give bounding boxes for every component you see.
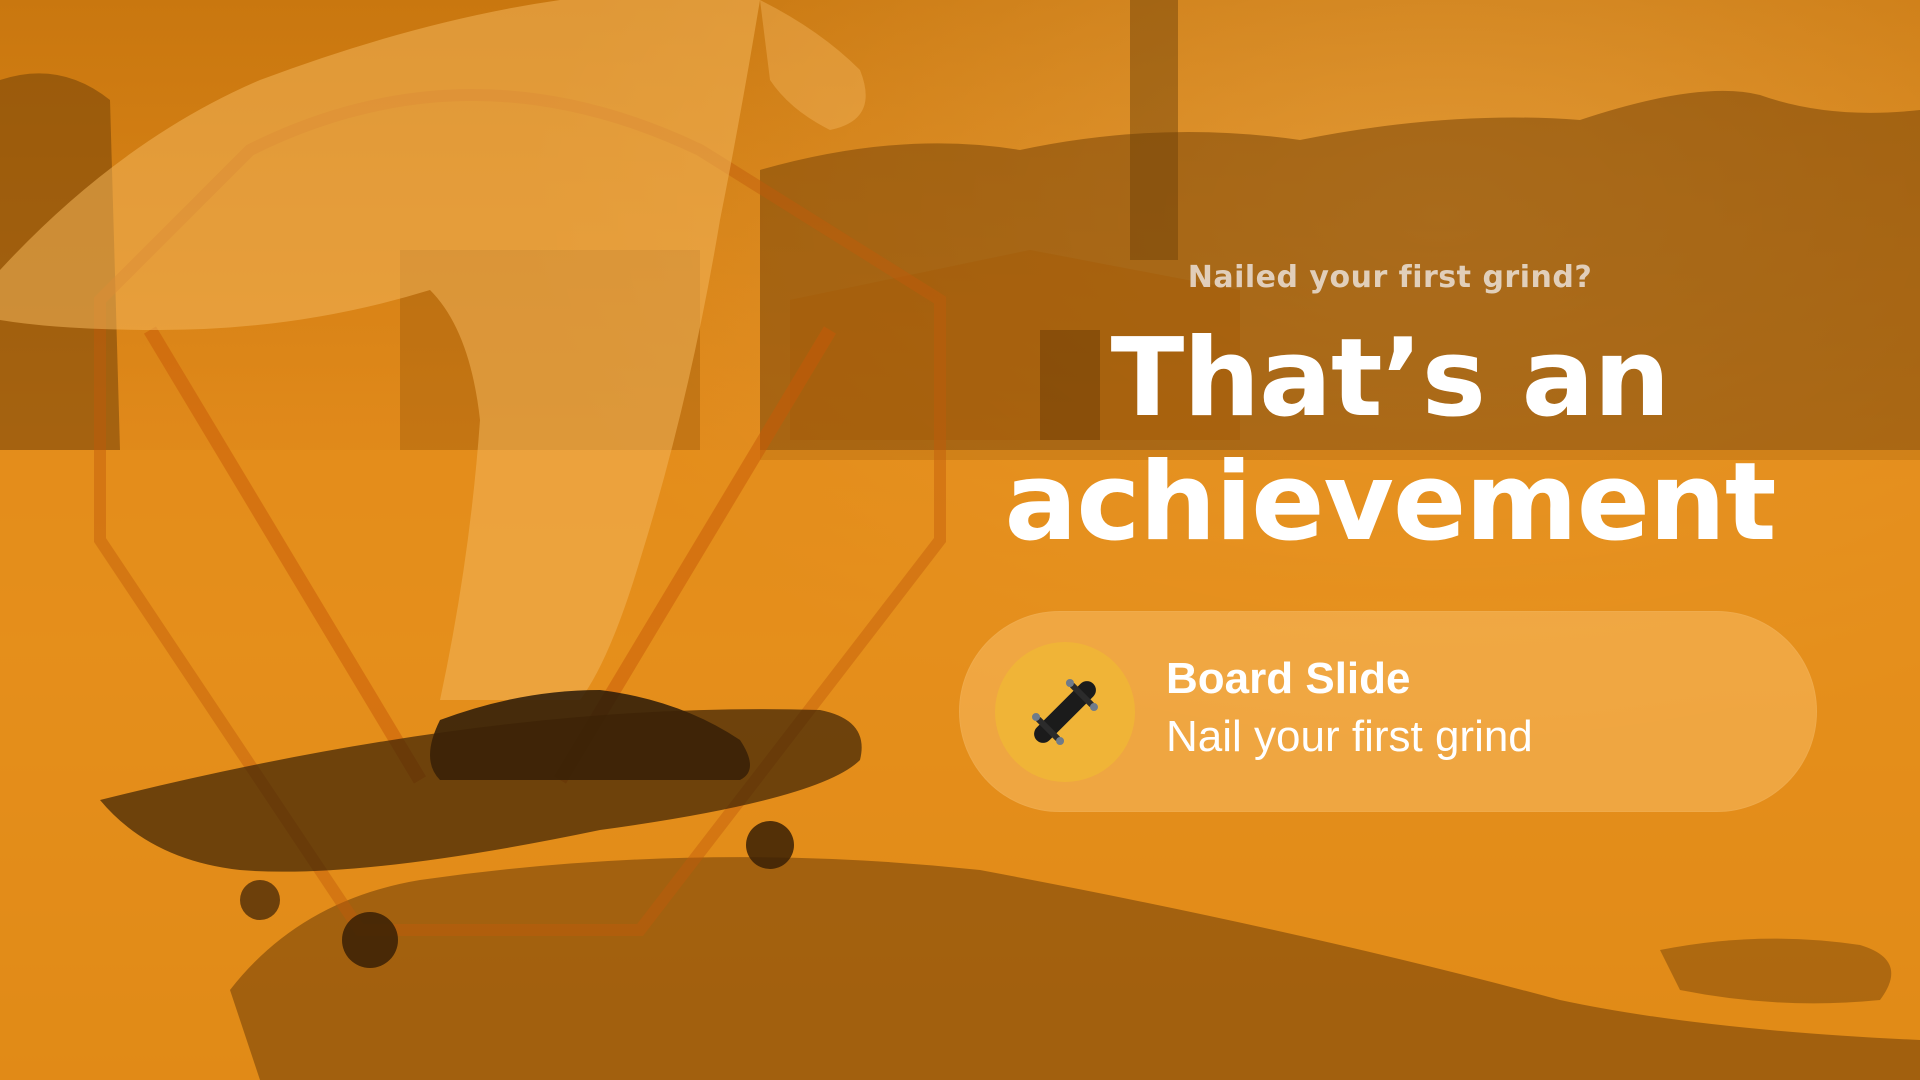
achievement-description: Nail your first grind (1166, 712, 1533, 761)
achievement-text: Board Slide Nail your first grind (1166, 653, 1786, 763)
skateboard-wheel (342, 912, 398, 968)
achievement-badge (995, 642, 1135, 782)
kicker-text: Nailed your first grind? (1187, 260, 1593, 295)
achievement-screen: Nailed your first grind? That’s an achie… (0, 0, 1920, 1080)
achievement-card: Board Slide Nail your first grind (959, 611, 1817, 812)
skateboard-wheel (240, 880, 280, 920)
skateboard-wheel (746, 821, 794, 869)
headline-title: That’s an achievement (1004, 316, 1777, 565)
background-tower (1130, 0, 1178, 260)
skateboard-icon (1032, 679, 1098, 745)
achievement-title: Board Slide (1166, 654, 1411, 703)
skater-hand (760, 0, 866, 130)
headline-block: Nailed your first grind? That’s an achie… (960, 260, 1820, 565)
